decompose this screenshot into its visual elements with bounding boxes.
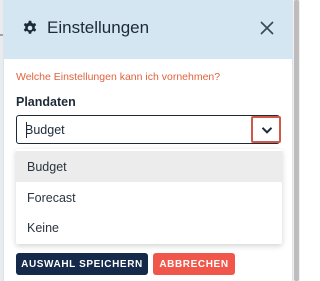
- page: Einstellungen Welche Einstellungen kann …: [0, 0, 300, 281]
- close-icon[interactable]: [257, 18, 277, 38]
- dropdown-toggle-button[interactable]: [251, 116, 281, 143]
- gear-icon: [22, 20, 38, 36]
- option-keine[interactable]: Keine: [16, 212, 282, 243]
- scrollbar-thumb[interactable]: [294, 0, 299, 281]
- select-value: Budget: [25, 123, 65, 137]
- chevron-down-icon: [261, 127, 273, 134]
- plandaten-select[interactable]: Budget: [16, 115, 281, 144]
- save-selection-button[interactable]: AUSWAHL SPEICHERN: [16, 253, 148, 275]
- option-budget[interactable]: Budget: [16, 151, 282, 182]
- dialog-header: Einstellungen: [4, 0, 292, 59]
- plandaten-label: Plandaten: [16, 95, 76, 109]
- help-question-link[interactable]: Welche Einstellungen kann ich vornehmen?: [16, 71, 220, 83]
- cancel-button[interactable]: ABBRECHEN: [153, 253, 235, 275]
- dropdown-options-list: Budget Forecast Keine: [16, 149, 282, 244]
- dialog-title: Einstellungen: [47, 18, 150, 37]
- option-forecast[interactable]: Forecast: [16, 182, 282, 213]
- settings-dialog: Einstellungen Welche Einstellungen kann …: [3, 0, 293, 281]
